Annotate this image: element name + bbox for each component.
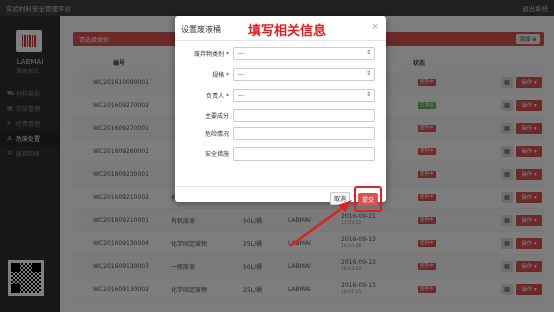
- submit-button[interactable]: 提交: [358, 192, 378, 206]
- form-row-0: 废弃物类别 * --- ⇕: [175, 47, 386, 60]
- form-row-3: 主要成分: [175, 109, 386, 122]
- field-label: 主要成分: [204, 113, 229, 120]
- field-label: 废弃物类别 *: [194, 51, 229, 58]
- field-value: ---: [238, 50, 245, 57]
- submit-highlight-box: 提交: [354, 186, 382, 212]
- field-value: ---: [238, 92, 245, 99]
- form-row-1: 规格 * --- ⇕: [175, 68, 386, 81]
- dialog-title: 设置废液桶: [181, 25, 221, 34]
- close-icon[interactable]: ×: [371, 22, 379, 32]
- field-label: 规格 *: [212, 72, 229, 79]
- field-label: 危险情况: [204, 131, 229, 138]
- text-field[interactable]: [233, 127, 375, 140]
- form-row-2: 负责人 * --- ⇕: [175, 89, 386, 102]
- set-waste-bucket-dialog: 设置废液桶 填写相关信息 × 取消 提交 废弃物类别 * --- ⇕ 规格 * --- ⇕…: [175, 16, 386, 212]
- text-field[interactable]: [233, 147, 375, 161]
- field-value: ---: [238, 71, 245, 78]
- form-row-5: 安全措施: [175, 147, 386, 161]
- dialog-divider: [175, 40, 386, 41]
- field-label: 安全措施: [204, 151, 229, 158]
- chevron-updown-icon: ⇕: [365, 91, 371, 98]
- select-field[interactable]: --- ⇕: [233, 68, 375, 81]
- annotation-text: 填写相关信息: [248, 24, 327, 39]
- text-field[interactable]: [233, 109, 375, 122]
- select-field[interactable]: --- ⇕: [233, 47, 375, 60]
- chevron-updown-icon: ⇕: [365, 70, 371, 77]
- cancel-button[interactable]: 取消: [330, 192, 350, 205]
- chevron-updown-icon: ⇕: [365, 49, 371, 56]
- field-label: 负责人 *: [206, 93, 229, 100]
- form-row-4: 危险情况: [175, 127, 386, 140]
- select-field[interactable]: --- ⇕: [233, 89, 375, 102]
